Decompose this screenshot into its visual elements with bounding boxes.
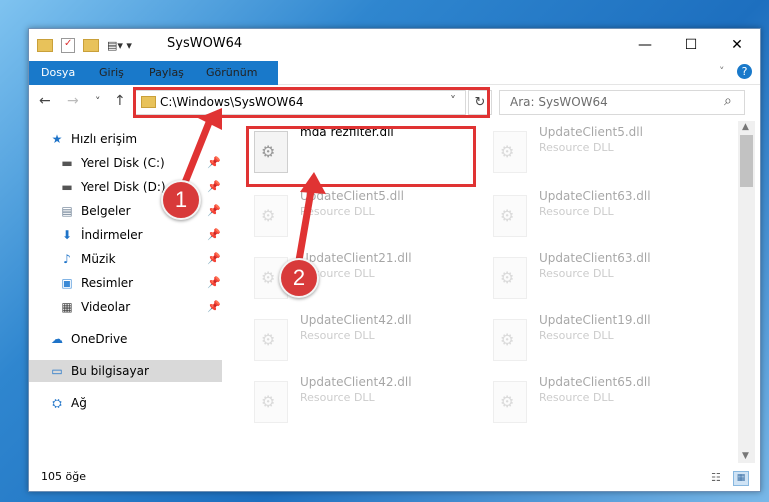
- callout-badge-1: 1: [161, 180, 201, 220]
- arrow-head-2: [300, 172, 326, 194]
- annotation-arrows: [176, 108, 326, 276]
- callout-badge-2: 2: [279, 258, 319, 298]
